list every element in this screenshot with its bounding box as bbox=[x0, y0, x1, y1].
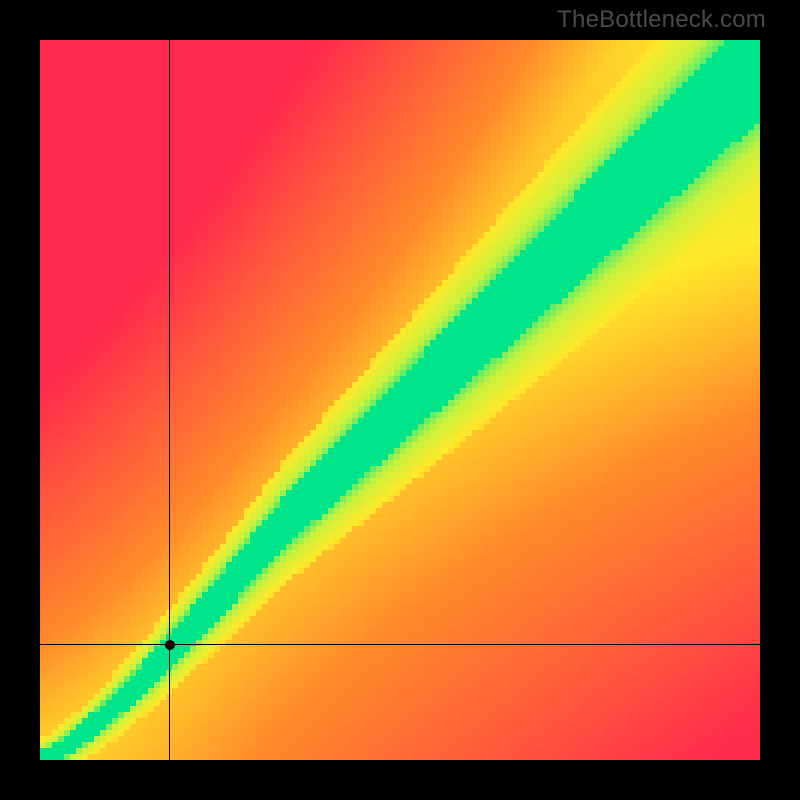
crosshair-vertical bbox=[169, 40, 170, 760]
heatmap-canvas bbox=[40, 40, 760, 760]
chart-frame: TheBottleneck.com bbox=[0, 0, 800, 800]
watermark-text: TheBottleneck.com bbox=[557, 6, 766, 34]
selection-marker bbox=[165, 640, 175, 650]
crosshair-horizontal bbox=[40, 644, 760, 645]
